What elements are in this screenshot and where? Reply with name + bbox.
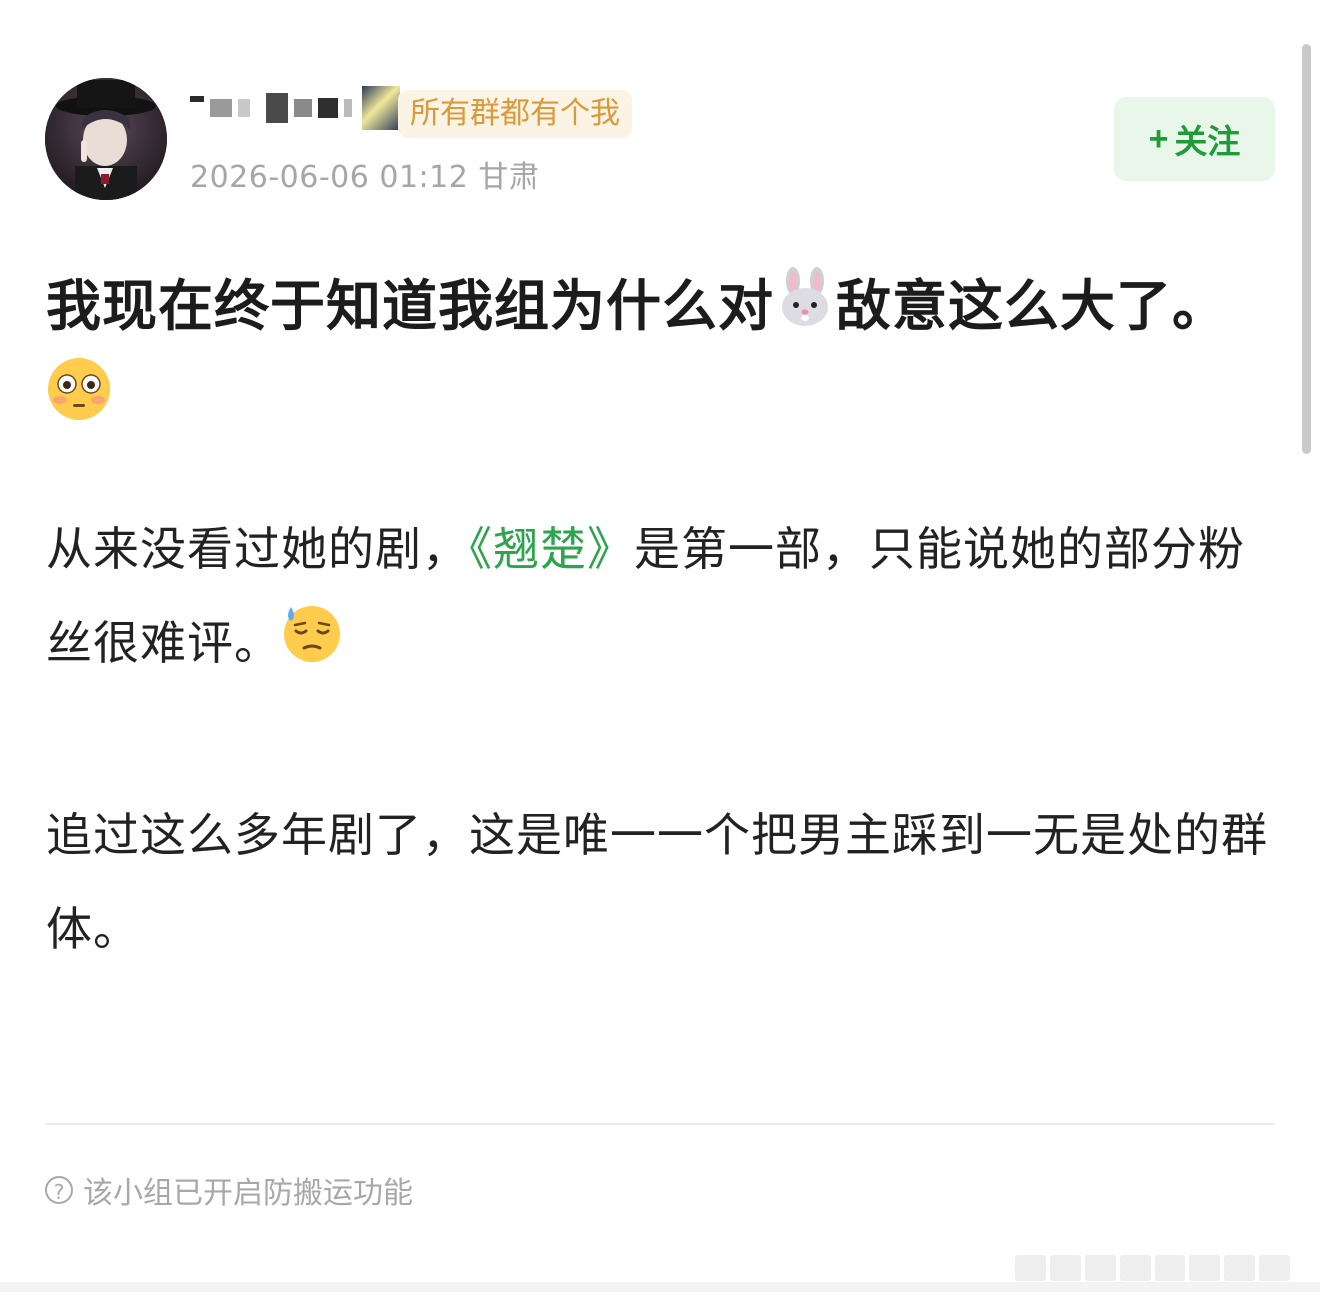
avatar[interactable] bbox=[45, 78, 167, 200]
title-text-2: 敌意这么大了。 bbox=[836, 274, 1229, 338]
book-link[interactable]: 《翘楚》 bbox=[469, 522, 634, 576]
post-title: 我现在终于知道我组为什么对 敌意这么大了。 bbox=[46, 262, 1276, 447]
post-location: 甘肃 bbox=[478, 160, 540, 195]
rabbit-face-emoji-icon bbox=[774, 266, 836, 354]
notice-text: 该小组已开启防搬运功能 bbox=[83, 1176, 413, 1211]
post-meta: 2026-06-06 01:12 甘肃 bbox=[190, 152, 539, 196]
paragraph-1-text-a: 从来没看过她的剧， bbox=[46, 522, 469, 576]
plus-icon: + bbox=[1148, 119, 1169, 158]
post-paragraph-1: 从来没看过她的剧，《翘楚》是第一部，只能说她的部分粉丝很难评。 bbox=[46, 502, 1276, 694]
watermark bbox=[1015, 1255, 1290, 1281]
post-page: 所有群都有个我 2026-06-06 01:12 甘肃 + 关注 我现在终于知道我… bbox=[0, 0, 1320, 1292]
downcast-sweat-face-emoji-icon bbox=[281, 600, 343, 694]
title-text-1: 我现在终于知道我组为什么对 bbox=[46, 274, 775, 338]
group-badge[interactable]: 所有群都有个我 bbox=[398, 90, 632, 138]
content-divider bbox=[45, 1123, 1275, 1125]
anti-repost-notice: ? 该小组已开启防搬运功能 bbox=[45, 1168, 413, 1212]
flushed-face-emoji-icon bbox=[46, 356, 112, 447]
username-blurred[interactable] bbox=[190, 86, 400, 130]
follow-button[interactable]: + 关注 bbox=[1114, 97, 1275, 181]
question-circle-icon[interactable]: ? bbox=[45, 1176, 73, 1204]
follow-label: 关注 bbox=[1174, 123, 1241, 160]
post-timestamp: 2026-06-06 01:12 bbox=[190, 160, 469, 195]
post-paragraph-2: 追过这么多年剧了，这是唯一一个把男主踩到一无是处的群体。 bbox=[46, 808, 1268, 956]
scrollbar[interactable] bbox=[1302, 44, 1311, 454]
bottom-bar bbox=[0, 1282, 1320, 1292]
